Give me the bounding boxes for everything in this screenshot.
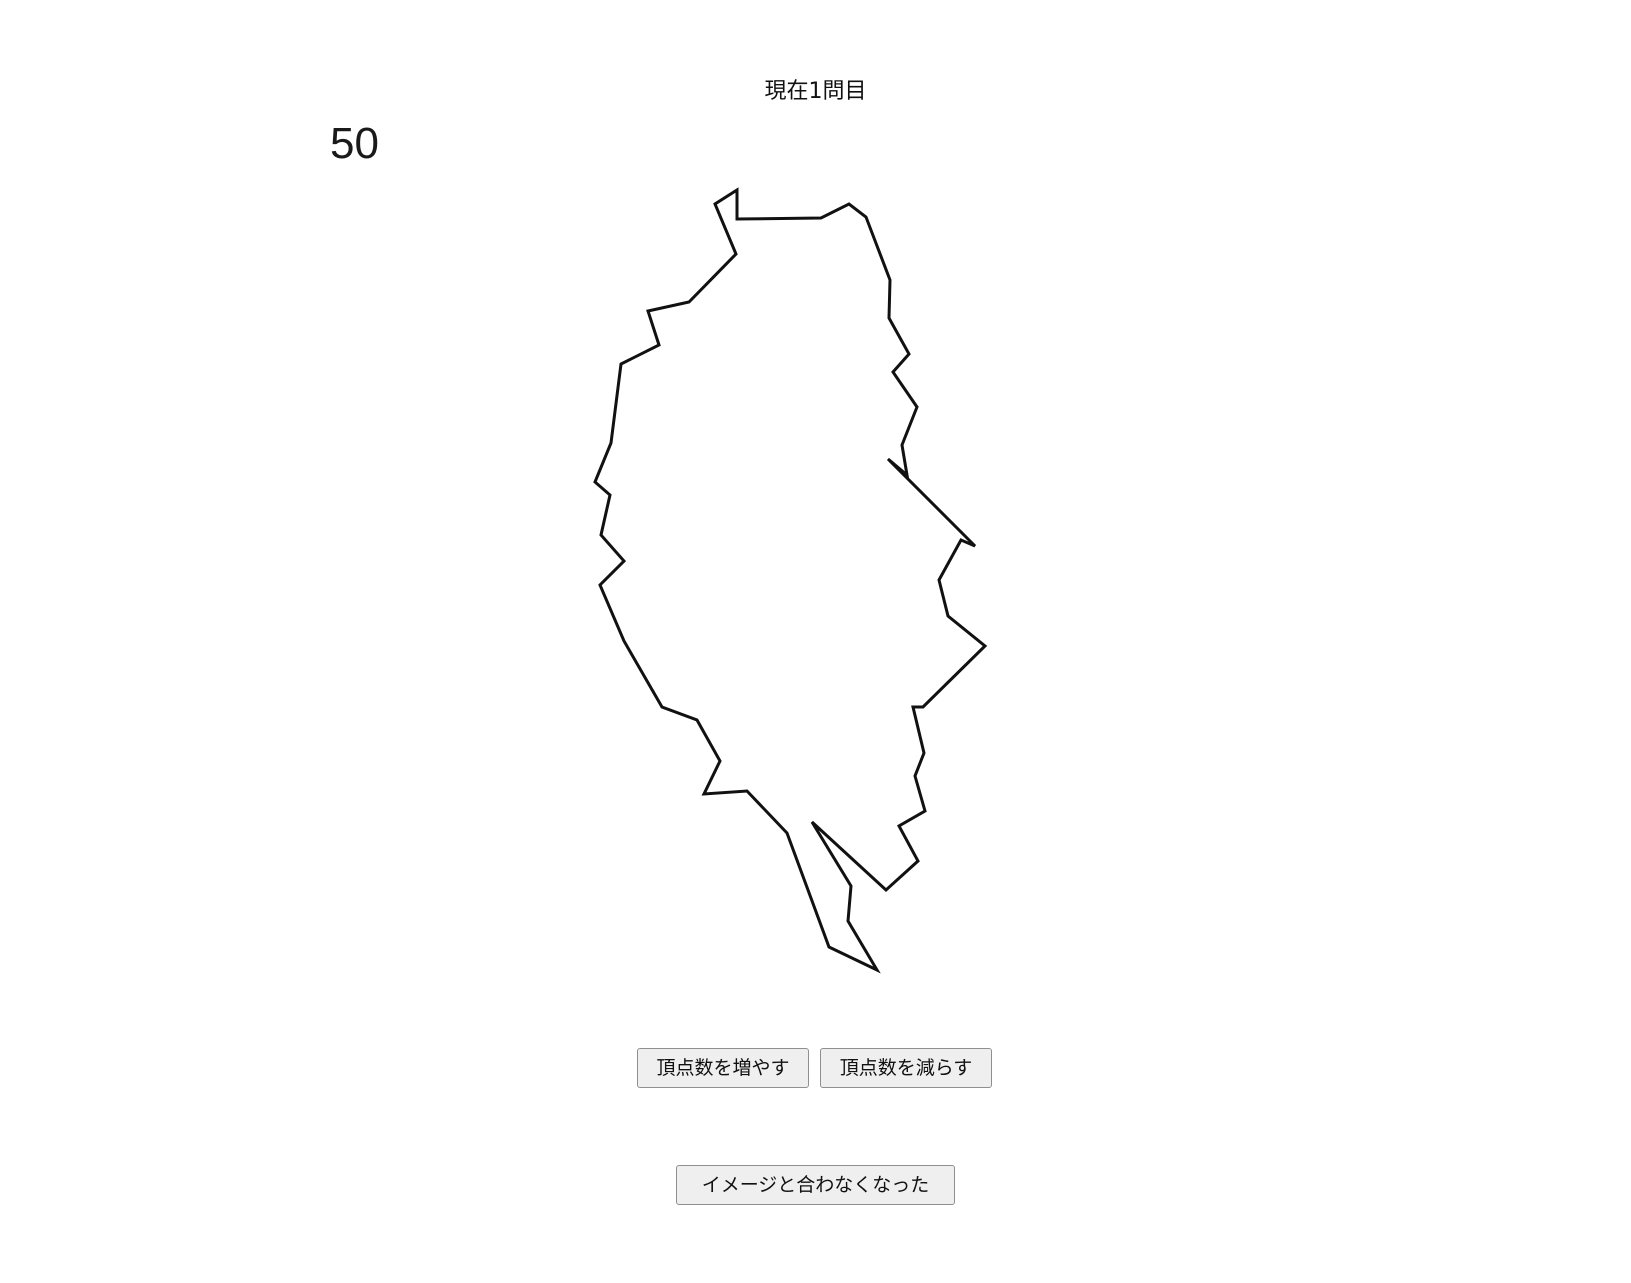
region-outline-shape: [593, 187, 988, 974]
image-mismatch-button[interactable]: イメージと合わなくなった: [676, 1165, 955, 1205]
question-number: 現在1問目: [764, 79, 867, 104]
vertex-count: 50: [330, 119, 379, 168]
shape-canvas: [593, 187, 988, 974]
decrease-vertices-button[interactable]: 頂点数を減らす: [820, 1048, 992, 1088]
increase-vertices-button[interactable]: 頂点数を増やす: [637, 1048, 809, 1088]
